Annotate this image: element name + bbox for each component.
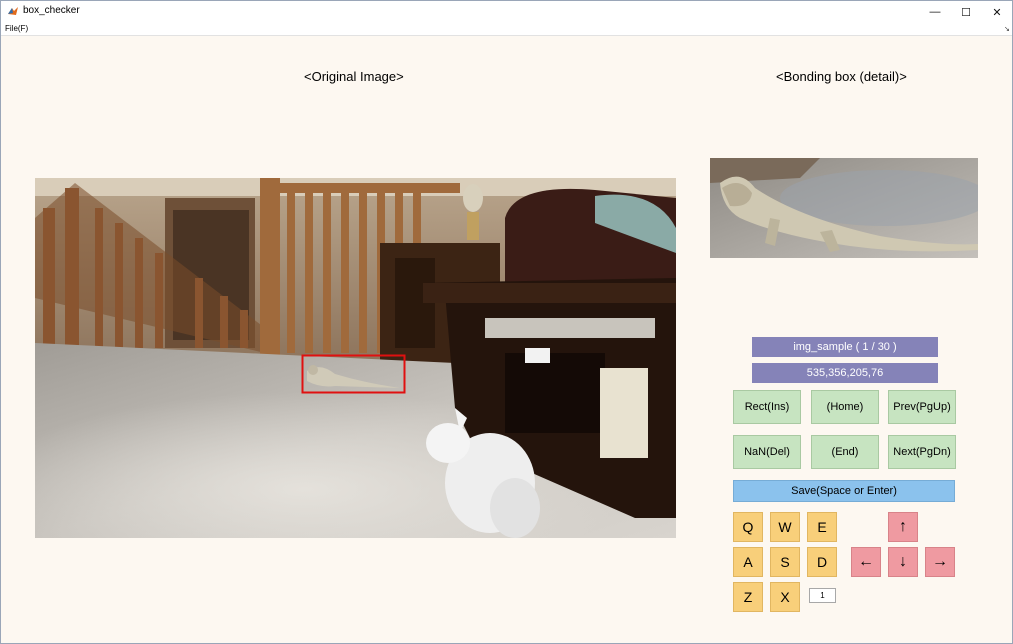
detail-image xyxy=(710,158,978,258)
arrow-up-button[interactable]: ↑ xyxy=(888,512,918,542)
key-s-button[interactable]: S xyxy=(770,547,800,577)
maximize-button[interactable]: ☐ xyxy=(951,1,981,23)
title-bar: box_checker — ☐ ✕ xyxy=(1,1,1012,23)
box-coords-label: 535,356,205,76 xyxy=(752,363,938,383)
save-button[interactable]: Save(Space or Enter) xyxy=(733,480,955,502)
arrow-down-button[interactable]: ↓ xyxy=(888,547,918,577)
menu-bar: File(F) ↘ xyxy=(1,23,1012,36)
app-window: box_checker — ☐ ✕ File(F) ↘ <Original Im… xyxy=(0,0,1013,644)
key-e-button[interactable]: E xyxy=(807,512,837,542)
step-size-input[interactable]: 1 xyxy=(809,588,836,603)
arrow-right-button[interactable]: → xyxy=(925,547,955,577)
image-name-label: img_sample ( 1 / 30 ) xyxy=(752,337,938,357)
detail-heading: <Bonding box (detail)> xyxy=(776,69,907,84)
key-a-button[interactable]: A xyxy=(733,547,763,577)
home-button[interactable]: (Home) xyxy=(811,390,879,424)
key-x-button[interactable]: X xyxy=(770,582,800,612)
next-button[interactable]: Next(PgDn) xyxy=(888,435,956,469)
end-button[interactable]: (End) xyxy=(811,435,879,469)
key-w-button[interactable]: W xyxy=(770,512,800,542)
minimize-button[interactable]: — xyxy=(920,1,950,23)
window-title: box_checker xyxy=(23,5,80,16)
rect-button[interactable]: Rect(Ins) xyxy=(733,390,801,424)
original-image-heading: <Original Image> xyxy=(304,69,404,84)
key-d-button[interactable]: D xyxy=(807,547,837,577)
key-z-button[interactable]: Z xyxy=(733,582,763,612)
arrow-left-button[interactable]: ← xyxy=(851,547,881,577)
key-q-button[interactable]: Q xyxy=(733,512,763,542)
close-button[interactable]: ✕ xyxy=(982,1,1012,23)
nan-button[interactable]: NaN(Del) xyxy=(733,435,801,469)
matlab-icon xyxy=(8,7,18,15)
undock-icon[interactable]: ↘ xyxy=(1004,25,1010,33)
original-image[interactable] xyxy=(35,178,676,538)
menu-file[interactable]: File(F) xyxy=(5,24,28,33)
prev-button[interactable]: Prev(PgUp) xyxy=(888,390,956,424)
